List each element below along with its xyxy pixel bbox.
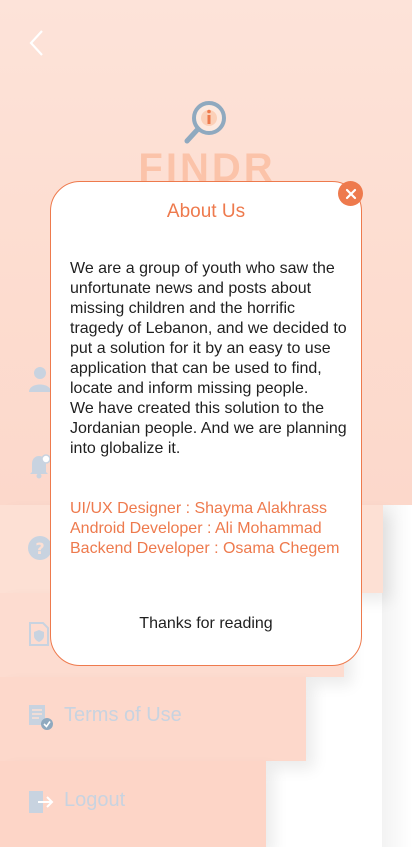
svg-text:?: ? — [35, 539, 44, 558]
credits-list: UI/UX Designer : Shayma Alakhrass Androi… — [70, 499, 355, 559]
about-paragraph: We are a group of youth who saw the unfo… — [70, 260, 347, 397]
shield-document-icon — [28, 621, 52, 647]
menu-item-terms[interactable]: Terms of Use — [28, 702, 182, 730]
credit-line: UI/UX Designer : Shayma Alakhrass — [70, 500, 327, 517]
bell-icon — [28, 453, 52, 479]
user-icon — [28, 366, 52, 392]
close-icon — [345, 188, 356, 199]
chevron-left-icon[interactable] — [26, 28, 50, 58]
dialog-footer: Thanks for reading — [139, 615, 273, 632]
about-paragraph: We have created this solution to the Jor… — [70, 400, 347, 457]
credit-line: Backend Developer : Osama Chegem — [70, 540, 340, 557]
question-icon: ? — [28, 535, 52, 561]
menu-label: Logout — [64, 788, 126, 811]
magnifier-info-icon — [182, 98, 230, 146]
credit-line: Android Developer : Ali Mohammad — [70, 520, 322, 537]
about-us-dialog: About Us We are a group of youth who saw… — [50, 181, 363, 666]
logout-icon — [28, 787, 54, 813]
menu-label: Terms of Use — [64, 703, 182, 726]
dialog-title: About Us — [166, 201, 246, 222]
document-check-icon — [28, 702, 53, 730]
drawer-shadow — [382, 505, 412, 847]
dialog-body: We are a group of youth who saw the unfo… — [70, 259, 350, 459]
menu-item-logout[interactable]: Logout — [28, 787, 125, 813]
